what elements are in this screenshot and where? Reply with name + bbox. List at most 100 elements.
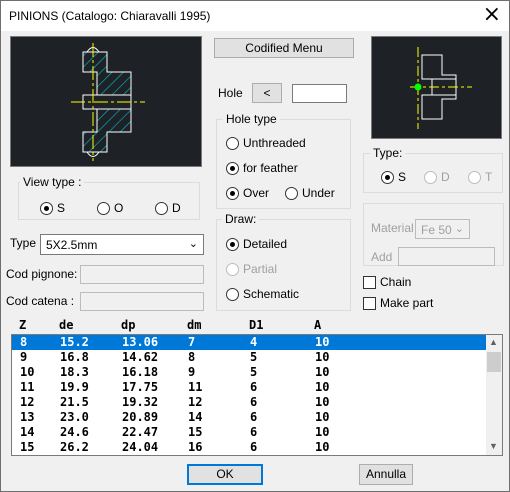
table-cell: 7 bbox=[188, 335, 196, 349]
table-cell: 24.6 bbox=[60, 425, 89, 439]
hole-prev-button[interactable]: < bbox=[252, 83, 282, 103]
vertical-scrollbar[interactable]: ▲ ▼ bbox=[486, 335, 502, 455]
table-cell: 4 bbox=[250, 335, 258, 349]
window-title: PINIONS (Catalogo: Chiaravalli 1995) bbox=[9, 9, 211, 23]
table-cell: 12 bbox=[188, 395, 203, 409]
table-row[interactable]: 11 19.9 17.75 11 6 10 bbox=[12, 380, 486, 395]
table-cell: 10 bbox=[315, 365, 330, 379]
table-cell: 8 bbox=[20, 335, 28, 349]
cod-catena-field[interactable] bbox=[80, 292, 204, 311]
type-select[interactable]: 5X2.5mm ⌄ bbox=[40, 234, 204, 255]
cod-catena-label: Cod catena : bbox=[6, 294, 75, 308]
table-cell: 10 bbox=[315, 380, 330, 394]
scrollbar-thumb[interactable] bbox=[487, 352, 501, 372]
table-row[interactable]: 15 26.2 24.04 16 6 10 bbox=[12, 440, 486, 455]
radio-over[interactable]: Over bbox=[226, 186, 269, 200]
type-select-value: 5X2.5mm bbox=[46, 238, 98, 252]
table-cell: 10 bbox=[315, 425, 330, 439]
table-cell: 9 bbox=[20, 350, 28, 364]
table-cell: 15.2 bbox=[60, 335, 89, 349]
radio-detailed[interactable]: Detailed bbox=[226, 237, 287, 251]
table-cell: 13.06 bbox=[122, 335, 159, 349]
radio-for-feather[interactable]: for feather bbox=[226, 161, 298, 175]
radio-view-o[interactable]: O bbox=[97, 201, 123, 215]
ok-button[interactable]: OK bbox=[187, 464, 263, 485]
dialog-window: PINIONS (Catalogo: Chiaravalli 1995) × C… bbox=[0, 0, 510, 492]
scroll-up-icon[interactable]: ▲ bbox=[489, 337, 498, 347]
radio-view-d[interactable]: D bbox=[155, 201, 181, 215]
table-cell: 26.2 bbox=[60, 440, 89, 454]
add-label: Add bbox=[371, 250, 393, 264]
table-cell: 15 bbox=[20, 440, 35, 454]
table-cell: 20.89 bbox=[122, 410, 159, 424]
radio-type-t: T bbox=[468, 170, 492, 184]
cod-pignone-label: Cod pignone: bbox=[6, 267, 78, 281]
table-cell: 6 bbox=[250, 395, 258, 409]
pinion-table[interactable]: 8 15.2 13.06 7 4 10 9 16.8 14.62 8 5 10 10 18.3 16.18 9… bbox=[11, 334, 503, 456]
table-cell: 17.75 bbox=[122, 380, 159, 394]
table-header: Z de dp dm D1 A bbox=[11, 318, 501, 334]
table-cell: 19.9 bbox=[60, 380, 89, 394]
chevron-down-icon: ⌄ bbox=[454, 223, 464, 235]
table-cell: 11 bbox=[20, 380, 35, 394]
radio-type-d: D bbox=[424, 170, 450, 184]
column-header: dm bbox=[187, 318, 202, 332]
table-cell: 10 bbox=[315, 395, 330, 409]
radio-schematic[interactable]: Schematic bbox=[226, 287, 299, 301]
table-cell: 18.3 bbox=[60, 365, 89, 379]
pinion-section-preview bbox=[10, 36, 202, 167]
table-cell: 14 bbox=[188, 410, 203, 424]
table-cell: 10 bbox=[20, 365, 35, 379]
table-cell: 11 bbox=[188, 380, 203, 394]
table-row[interactable]: 14 24.6 22.47 15 6 10 bbox=[12, 425, 486, 440]
radio-under[interactable]: Under bbox=[285, 186, 335, 200]
column-header: A bbox=[314, 318, 322, 332]
pinion-view-drawing bbox=[410, 47, 472, 129]
table-cell: 12 bbox=[20, 395, 35, 409]
table-cell: 5 bbox=[250, 365, 258, 379]
table-cell: 23.0 bbox=[60, 410, 89, 424]
table-cell: 14 bbox=[20, 425, 35, 439]
table-cell: 13 bbox=[20, 410, 35, 424]
codified-menu-button[interactable]: Codified Menu bbox=[214, 38, 354, 58]
table-cell: 19.32 bbox=[122, 395, 159, 409]
radio-unthreaded[interactable]: Unthreaded bbox=[226, 136, 306, 150]
table-cell: 16.18 bbox=[122, 365, 159, 379]
cod-pignone-field[interactable] bbox=[80, 265, 204, 284]
make-part-checkbox[interactable]: Make part bbox=[363, 296, 433, 310]
pinion-section-drawing bbox=[71, 43, 145, 161]
column-header: de bbox=[59, 318, 74, 332]
close-icon[interactable]: × bbox=[483, 4, 501, 26]
title-bar: PINIONS (Catalogo: Chiaravalli 1995) × bbox=[1, 1, 509, 31]
add-field bbox=[398, 247, 495, 266]
radio-view-s[interactable]: S bbox=[40, 201, 65, 215]
table-cell: 22.47 bbox=[122, 425, 159, 439]
cancel-button[interactable]: Annulla bbox=[359, 464, 413, 485]
table-row[interactable]: 12 21.5 19.32 12 6 10 bbox=[12, 395, 486, 410]
table-row[interactable]: 8 15.2 13.06 7 4 10 bbox=[12, 335, 486, 350]
table-cell: 15 bbox=[188, 425, 203, 439]
table-cell: 14.62 bbox=[122, 350, 159, 364]
table-cell: 24.04 bbox=[122, 440, 159, 454]
table-cell: 10 bbox=[315, 350, 330, 364]
column-header: D1 bbox=[249, 318, 264, 332]
view-type-label: View type : bbox=[20, 175, 85, 189]
chain-checkbox[interactable]: Chain bbox=[363, 275, 411, 289]
table-cell: 6 bbox=[250, 410, 258, 424]
table-cell: 10 bbox=[315, 440, 330, 454]
scroll-down-icon[interactable]: ▼ bbox=[489, 441, 498, 451]
table-cell: 6 bbox=[250, 440, 258, 454]
column-header: dp bbox=[121, 318, 136, 332]
table-row[interactable]: 10 18.3 16.18 9 5 10 bbox=[12, 365, 486, 380]
radio-type-s[interactable]: S bbox=[381, 170, 406, 184]
table-cell: 10 bbox=[315, 335, 330, 349]
table-cell: 10 bbox=[315, 410, 330, 424]
chevron-down-icon: ⌄ bbox=[188, 238, 198, 250]
hole-input[interactable] bbox=[292, 84, 347, 103]
table-row[interactable]: 9 16.8 14.62 8 5 10 bbox=[12, 350, 486, 365]
table-cell: 6 bbox=[250, 380, 258, 394]
table-row[interactable]: 13 23.0 20.89 14 6 10 bbox=[12, 410, 486, 425]
type-label: Type bbox=[10, 236, 37, 250]
table-cell: 9 bbox=[188, 365, 196, 379]
table-cell: 16 bbox=[188, 440, 203, 454]
